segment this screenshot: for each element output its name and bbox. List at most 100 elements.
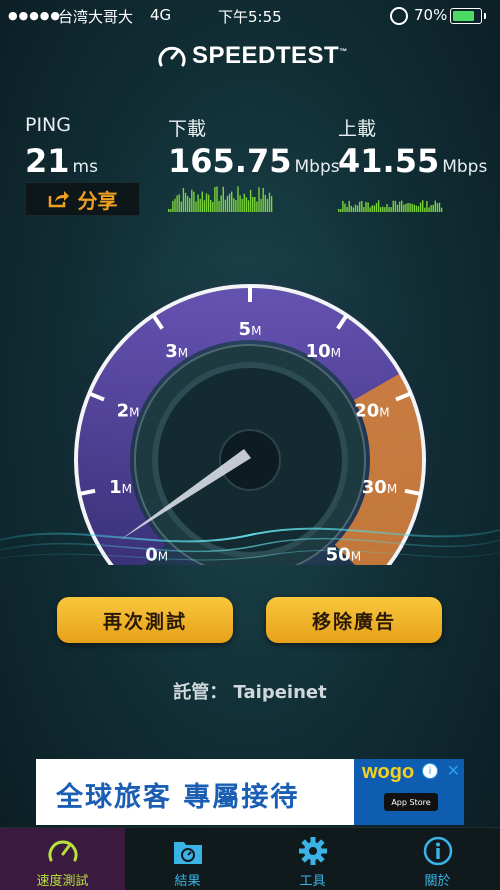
upload-value: 41.55 Mbps [338,142,488,180]
sparkline-bar [262,187,264,212]
battery-icon [450,8,486,24]
sparkline-bar [359,201,361,212]
ad-close-icon[interactable]: ✕ [447,761,460,780]
sparkline-bar [210,199,212,212]
sparkline-bar [203,200,206,212]
sparkline-bar [346,206,348,212]
sparkline-bar [367,202,369,212]
sparkline-bar [182,188,185,212]
sparkline-bar [195,201,197,212]
sparkline-bar [197,194,199,212]
sparkline-bar [363,207,365,212]
sparkline-bar [352,207,355,212]
speedometer-icon [48,840,78,862]
sparkline-bar [424,207,426,212]
sparkline-bar [239,195,241,212]
status-time: 下午5:55 [218,8,282,26]
ad-info-icon[interactable]: i [422,763,438,779]
sparkline-bar [172,200,174,212]
sparkline-bar [398,201,401,212]
host-server: 託管： Taipeinet [173,682,327,703]
sparkline-bar [191,189,193,212]
sparkline-bar [226,195,229,212]
sparkline-bar [237,186,239,212]
carrier-name: 台湾大哥大 [58,8,134,26]
sparkline-bar [371,205,373,212]
wave-decoration [0,527,500,561]
sparkline-bar [413,204,415,212]
sparkline-bar [386,203,388,212]
speedtest-logo-icon [158,46,186,67]
sparkline-bar [348,200,350,212]
ad-banner[interactable]: 全球旅客 專屬接待 wogo App Store i ✕ [36,759,464,825]
sparkline-bar [247,200,250,212]
sparkline-bar [176,195,178,212]
sparkline-bar [235,200,237,212]
sparkline-bar [361,200,363,212]
download-label: 下載 [168,118,207,140]
sparkline-bar [174,198,176,212]
sparkline-bar [218,200,220,212]
sparkline-bar [268,192,271,212]
sparkline-bar [384,207,386,212]
sparkline-bar [415,205,418,212]
sparkline-bar [270,196,273,212]
sparkline-bar [254,196,256,212]
sparkline-bar [436,203,439,212]
sparkline-bar [207,194,210,212]
sparkline-bar [375,203,378,212]
tab-tools[interactable]: 工具 [250,828,375,890]
tab-results[interactable]: 結果 [125,828,250,890]
sparkline-bar [356,205,359,212]
sparkline-bar [438,202,441,212]
remove-ads-button[interactable]: 移除廣告 [266,597,442,643]
battery-percent: 70% [414,6,448,24]
sparkline-bar [233,198,235,212]
sparkline-bar [252,196,254,212]
sparkline-bar [380,207,382,212]
signal-strength-icon: ●●●●● [8,9,61,22]
sparkline-bar [220,195,222,212]
ping-label: PING [25,114,71,136]
sparkline-bar [342,200,344,212]
sparkline-bar [258,187,260,212]
sparkline-bar [212,202,214,212]
sparkline-bar [417,206,420,212]
sparkline-bar [365,202,367,212]
sparkline-bar [186,195,189,212]
app-header: SPEEDTEST™ [0,40,500,74]
sparkline-bar [264,194,266,212]
retest-button[interactable]: 再次測試 [57,597,233,643]
sparkline-bar [396,204,399,212]
sparkline-bar [377,200,380,212]
sparkline-bar [407,202,409,212]
sparkline-bar [432,204,434,212]
sparkline-bar [390,207,392,212]
upload-sparkline [338,200,443,212]
sparkline-bar [228,193,231,212]
sparkline-bar [216,186,218,212]
sparkline-bar [409,203,411,212]
sparkline-bar [260,198,262,212]
sparkline-bar [422,200,424,212]
sparkline-bar [430,205,432,212]
sparkline-bar [344,203,346,212]
sparkline-bar [189,198,191,212]
upload-label: 上載 [338,118,377,140]
download-value: 165.75 Mbps [168,142,340,180]
network-type: 4G [150,6,172,24]
sparkline-bar [241,198,243,212]
sparkline-bar [388,207,390,212]
sparkline-bar [193,191,195,212]
ping-value: 21 ms [25,142,98,180]
sparkline-bar [405,203,407,212]
sparkline-bar [168,209,170,212]
sparkline-bar [338,209,340,212]
tab-speedtest[interactable]: 速度測試 [0,828,125,890]
sparkline-bar [249,189,252,212]
sparkline-bar [222,186,224,212]
share-button[interactable]: 分享 [25,182,140,216]
sparkline-bar [440,207,443,212]
sparkline-bar [266,198,269,212]
tab-about[interactable]: 關於 [375,828,500,890]
